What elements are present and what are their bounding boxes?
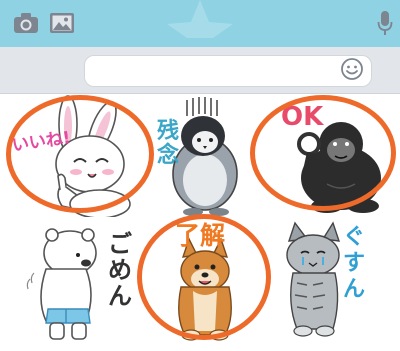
microphone-icon <box>377 11 393 35</box>
message-input[interactable] <box>84 55 372 87</box>
image-icon <box>50 13 74 33</box>
sticker-rabbit[interactable]: いいね! <box>0 94 133 219</box>
header-star-decoration <box>167 0 233 38</box>
image-button[interactable] <box>48 9 76 37</box>
sticker-polar-bear-text: ごめん <box>108 230 132 310</box>
sticker-polar-bear[interactable]: ごめん <box>0 217 133 340</box>
tabby-cat-illustration <box>286 221 341 337</box>
camera-icon <box>14 13 38 33</box>
sticker-tabby-cat-text: ぐすん <box>343 225 366 302</box>
sticker-shiba-dog[interactable]: 了解 <box>133 217 266 341</box>
emoji-button[interactable] <box>339 56 365 82</box>
penguin-illustration <box>172 97 238 216</box>
sticker-penguin[interactable]: 残念 <box>133 94 266 217</box>
sticker-grid: いいね! 残念 OK ごめん 了解 ぐすん <box>0 94 400 347</box>
sticker-gorilla-text: OK <box>281 102 324 132</box>
emoji-icon <box>341 58 363 80</box>
sticker-gorilla[interactable]: OK <box>267 94 400 217</box>
rabbit-illustration <box>55 95 131 219</box>
sticker-penguin-text: 残念 <box>157 119 180 168</box>
microphone-button[interactable] <box>374 9 396 37</box>
sticker-shiba-dog-text: 了解 <box>175 221 226 250</box>
sticker-tabby-cat[interactable]: ぐすん <box>267 217 400 340</box>
camera-button[interactable] <box>12 9 40 37</box>
